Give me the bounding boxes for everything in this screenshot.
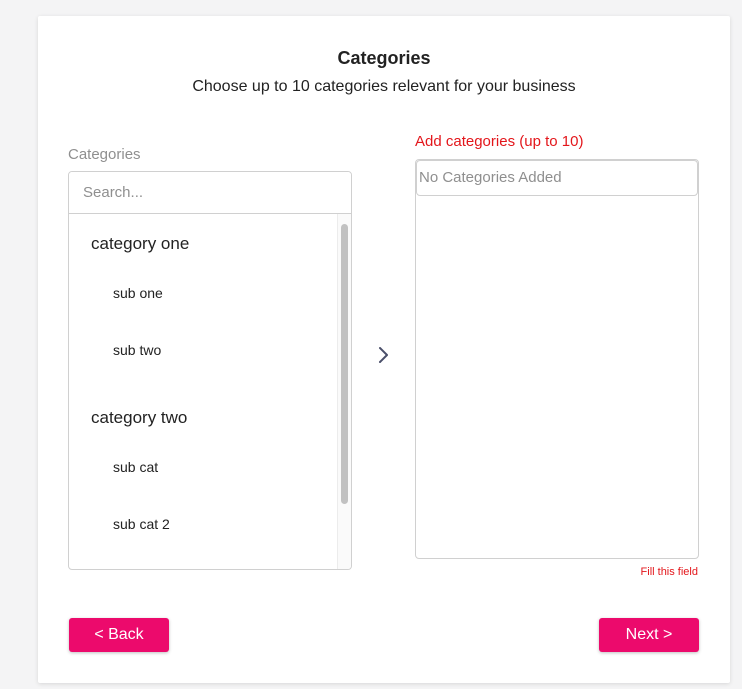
categories-card: Categories Choose up to 10 categories re… [38,16,730,683]
chevron-right-icon[interactable] [374,343,394,367]
category-item[interactable]: category one [91,234,189,254]
page-subtitle: Choose up to 10 categories relevant for … [192,78,576,95]
selected-categories-panel: No Categories Added [415,159,699,559]
subcategory-item[interactable]: sub cat [113,459,158,475]
page-title: Categories [337,48,431,68]
subcategory-item[interactable]: sub two [113,342,161,358]
category-item[interactable]: category two [91,408,187,428]
validation-error: Fill this field [640,566,698,578]
category-search-input[interactable] [69,172,351,214]
next-button[interactable]: Next > [599,618,699,652]
category-list: category one sub one sub two category tw… [69,214,351,569]
category-list-scrollbar[interactable] [337,214,351,569]
subcategory-item[interactable]: sub cat 2 [113,516,170,532]
empty-selection-message: No Categories Added [416,160,698,196]
available-categories-label: Categories [68,146,141,163]
selected-categories-label: Add categories (up to 10) [415,133,584,150]
subcategory-item[interactable]: sub one [113,285,163,301]
scrollbar-thumb[interactable] [341,224,348,504]
available-categories-panel: category one sub one sub two category tw… [68,171,352,570]
back-button[interactable]: < Back [69,618,169,652]
